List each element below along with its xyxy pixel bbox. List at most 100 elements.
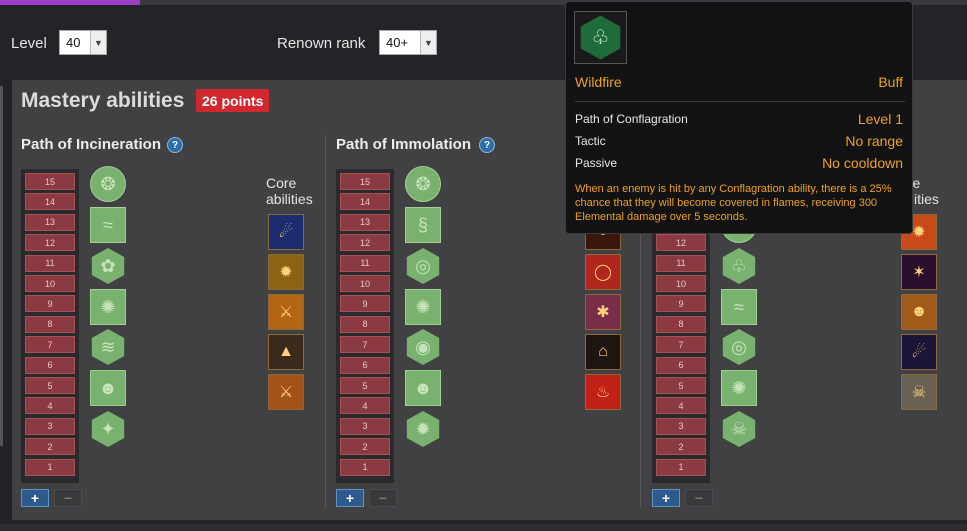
rank-cell: 15 — [25, 173, 75, 190]
rank-cell: 5 — [340, 377, 390, 394]
add-point-button[interactable]: + — [21, 489, 49, 507]
add-point-button[interactable]: + — [652, 489, 680, 507]
fire-demon-icon[interactable]: ☻ — [901, 294, 937, 330]
rank-cell: 6 — [25, 356, 75, 374]
chevron-down-icon: ▼ — [90, 31, 106, 54]
help-icon[interactable]: ? — [479, 137, 495, 153]
rank-cell: 12 — [656, 234, 706, 252]
meteor-icon[interactable]: ☄ — [901, 334, 937, 370]
rank-cell: 13 — [340, 213, 390, 231]
rank-cell: 10 — [25, 275, 75, 292]
rank-cell: 5 — [25, 377, 75, 394]
ability-icon[interactable]: ☻ — [405, 370, 441, 406]
remove-point-button[interactable]: − — [685, 489, 713, 507]
rank-cell: 5 — [656, 377, 706, 394]
rank-cell: 8 — [656, 315, 706, 333]
remove-point-button[interactable]: − — [369, 489, 397, 507]
points-badge: 26 points — [196, 89, 270, 112]
bottom-strip — [0, 524, 967, 531]
rank-cell: 3 — [25, 417, 75, 435]
rank-cell: 4 — [340, 397, 390, 415]
rank-cell: 2 — [656, 438, 706, 456]
rank-cell: 10 — [340, 275, 390, 292]
help-icon[interactable]: ? — [167, 137, 183, 153]
wildfire-icon: ♧ — [580, 15, 621, 60]
rank-cell: 3 — [656, 417, 706, 435]
rank-cell: 6 — [340, 356, 390, 374]
tooltip-range-value: No range — [845, 133, 903, 149]
fire-ring-icon[interactable]: ◯ — [585, 254, 621, 290]
rank-cell: 9 — [25, 295, 75, 313]
rank-cell: 12 — [25, 234, 75, 252]
tooltip-icon-frame: ♧ — [574, 11, 627, 64]
rank-cell: 8 — [340, 315, 390, 333]
rank-cell: 14 — [340, 193, 390, 211]
panel-title: Mastery abilities — [21, 89, 185, 112]
tooltip-cooldown-value: No cooldown — [822, 155, 903, 171]
eruption-icon[interactable]: ▲ — [268, 334, 304, 370]
path-title-immolation: Path of Immolation — [336, 136, 471, 153]
ability-icon[interactable]: ❂ — [90, 166, 126, 202]
renown-select[interactable]: 40+ ▼ — [379, 30, 437, 55]
ability-icon[interactable]: ✺ — [90, 289, 126, 325]
rank-cell: 2 — [25, 438, 75, 456]
renown-select-value: 40+ — [386, 35, 409, 50]
core-abilities-label: Core abilities — [266, 175, 313, 207]
rank-cell: 9 — [656, 295, 706, 313]
rank-cell: 1 — [25, 458, 75, 476]
fire-rune-icon[interactable]: ✹ — [268, 254, 304, 290]
core-label-line1: Core — [266, 175, 297, 191]
rank-cell: 14 — [25, 193, 75, 211]
rank-cell: 11 — [25, 254, 75, 272]
rank-cell: 2 — [340, 438, 390, 456]
rank-cell: 7 — [656, 336, 706, 354]
rank-cell: 9 — [340, 295, 390, 313]
ability-icon[interactable]: § — [405, 207, 441, 243]
rank-cell: 7 — [340, 336, 390, 354]
tooltip-description: When an enemy is hit by any Conflagratio… — [575, 183, 892, 223]
flame-blade-icon[interactable]: ⚔ — [268, 374, 304, 410]
remove-point-button[interactable]: − — [54, 489, 82, 507]
flame-sword-icon[interactable]: ⚔ — [268, 294, 304, 330]
ability-icon[interactable]: ✺ — [721, 370, 757, 406]
skeleton-icon[interactable]: ☠ — [901, 374, 937, 410]
rank-cell: 10 — [656, 275, 706, 292]
ability-icon[interactable]: ❂ — [405, 166, 441, 202]
tooltip-path-label: Path of Conflagration — [575, 112, 688, 126]
rank-cell: 1 — [340, 458, 390, 476]
tooltip-passive-label: Passive — [575, 156, 618, 170]
rank-cell: 8 — [25, 315, 75, 333]
tooltip-tactic-label: Tactic — [575, 134, 606, 148]
ability-icon[interactable]: ≈ — [721, 289, 757, 325]
rank-cell: 7 — [25, 336, 75, 354]
rank-cell: 11 — [340, 254, 390, 272]
path-title-incineration: Path of Incineration — [21, 136, 162, 153]
rank-cell: 15 — [340, 173, 390, 190]
rank-cell: 4 — [25, 397, 75, 415]
ability-icon[interactable]: ✺ — [405, 289, 441, 325]
ability-tooltip: ♧ Wildfire Buff Path of Conflagration Le… — [565, 1, 913, 234]
level-label: Level — [11, 35, 47, 52]
fire-spirit-icon[interactable]: ♨ — [585, 374, 621, 410]
add-point-button[interactable]: + — [336, 489, 364, 507]
rank-cell: 1 — [656, 458, 706, 476]
path-divider — [325, 135, 326, 507]
renown-label: Renown rank — [277, 35, 366, 52]
core-label-line2: abilities — [266, 191, 313, 207]
fire-swarm-icon[interactable]: ✱ — [585, 294, 621, 330]
fire-beam-icon[interactable]: ✶ — [901, 254, 937, 290]
fire-lock-icon[interactable]: ⌂ — [585, 334, 621, 370]
rank-cell: 12 — [340, 234, 390, 252]
level-select-value: 40 — [66, 35, 81, 50]
ability-icon[interactable]: ≈ — [90, 207, 126, 243]
rank-cell: 3 — [340, 417, 390, 435]
tooltip-ability-type: Buff — [878, 74, 903, 90]
rank-cell: 13 — [25, 213, 75, 231]
fireball-icon[interactable]: ☄ — [268, 214, 304, 250]
tooltip-ability-name: Wildfire — [575, 74, 622, 90]
tooltip-divider — [575, 101, 905, 102]
chevron-down-icon: ▼ — [420, 31, 436, 54]
tooltip-path-value: Level 1 — [857, 111, 903, 127]
ability-icon[interactable]: ☻ — [90, 370, 126, 406]
level-select[interactable]: 40 ▼ — [59, 30, 107, 55]
